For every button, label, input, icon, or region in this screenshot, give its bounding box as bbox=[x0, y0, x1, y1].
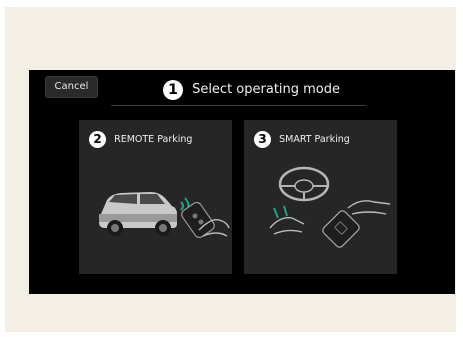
remote-parking-label: REMOTE Parking bbox=[114, 134, 193, 145]
page-background: Cancel 1 Select operating mode 2 REMOTE … bbox=[5, 7, 456, 332]
step-badge-1: 1 bbox=[162, 79, 183, 100]
smart-parking-wheel-key-icon bbox=[269, 166, 391, 248]
dialog-title: 1 Select operating mode bbox=[139, 79, 364, 100]
remote-parking-car-key-icon bbox=[99, 192, 230, 239]
step-badge-3: 3 bbox=[254, 131, 271, 148]
operating-mode-dialog: Cancel 1 Select operating mode 2 REMOTE … bbox=[29, 70, 455, 294]
step-badge-2: 2 bbox=[89, 131, 106, 148]
dialog-title-text: Select operating mode bbox=[192, 82, 341, 97]
remote-parking-option[interactable]: 2 REMOTE Parking bbox=[79, 120, 232, 274]
smart-parking-option[interactable]: 3 SMART Parking bbox=[244, 120, 397, 274]
smart-parking-label: SMART Parking bbox=[279, 134, 350, 145]
smart-parking-header: 3 SMART Parking bbox=[254, 129, 350, 148]
cancel-button[interactable]: Cancel bbox=[45, 76, 98, 98]
title-divider bbox=[111, 105, 366, 106]
remote-parking-header: 2 REMOTE Parking bbox=[89, 129, 192, 148]
